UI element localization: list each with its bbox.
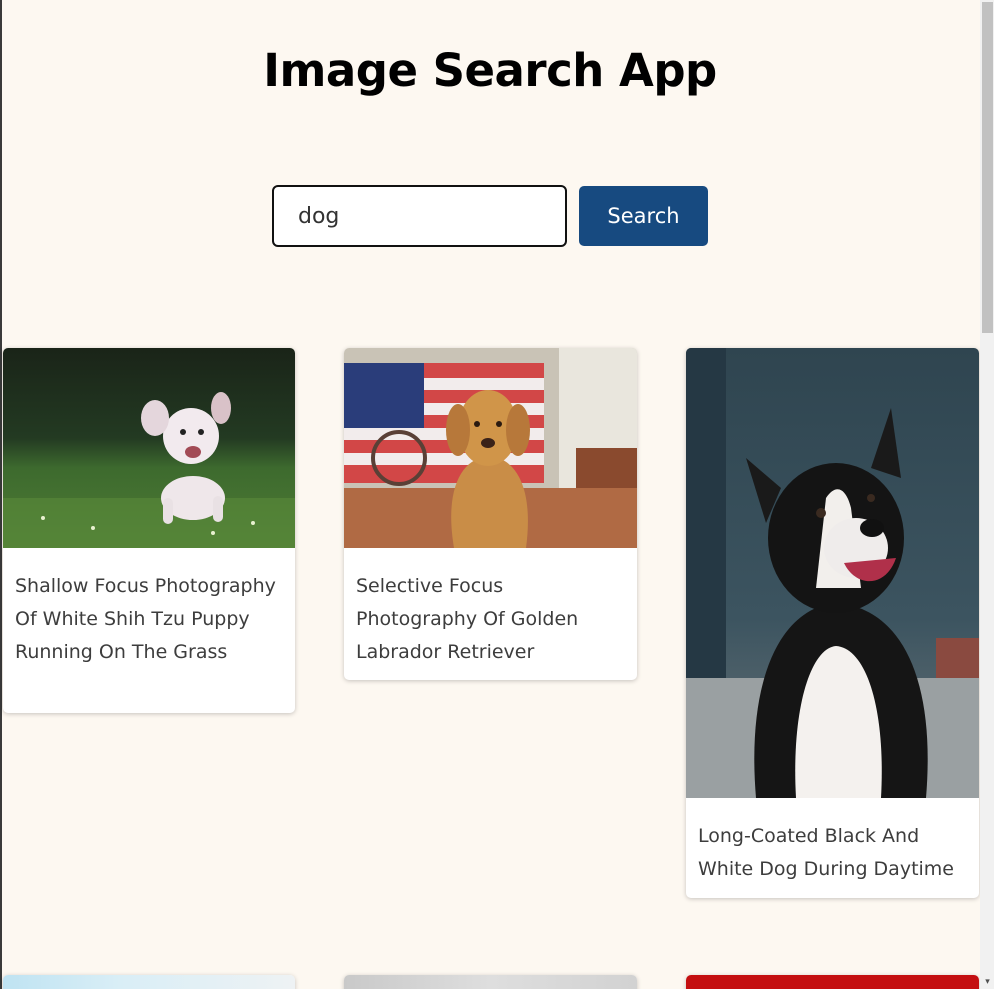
result-card[interactable] (3, 975, 295, 989)
result-caption: Long-Coated Black And White Dog During D… (698, 825, 954, 880)
result-caption: Selective Focus Photography Of Golden La… (356, 575, 579, 663)
result-card[interactable]: Long-Coated Black And White Dog During D… (686, 348, 979, 898)
result-card[interactable] (344, 975, 637, 989)
scrollbar-thumb[interactable] (982, 2, 993, 333)
result-image (686, 348, 979, 798)
result-image (686, 975, 979, 989)
result-image (3, 975, 295, 989)
search-button[interactable]: Search (579, 186, 708, 246)
result-image (344, 975, 637, 989)
search-input[interactable] (272, 185, 567, 247)
page-title: Image Search App (263, 44, 717, 97)
scroll-down-arrow-icon[interactable]: ▾ (982, 977, 993, 987)
result-card[interactable]: Selective Focus Photography Of Golden La… (344, 348, 637, 680)
result-card[interactable]: Shallow Focus Photography Of White Shih … (3, 348, 295, 713)
app-page: Image Search App Search (0, 0, 994, 989)
result-card[interactable] (686, 975, 979, 989)
result-caption: Shallow Focus Photography Of White Shih … (15, 575, 276, 663)
result-image (344, 348, 637, 548)
window-edge (0, 0, 2, 989)
result-image (3, 348, 295, 548)
